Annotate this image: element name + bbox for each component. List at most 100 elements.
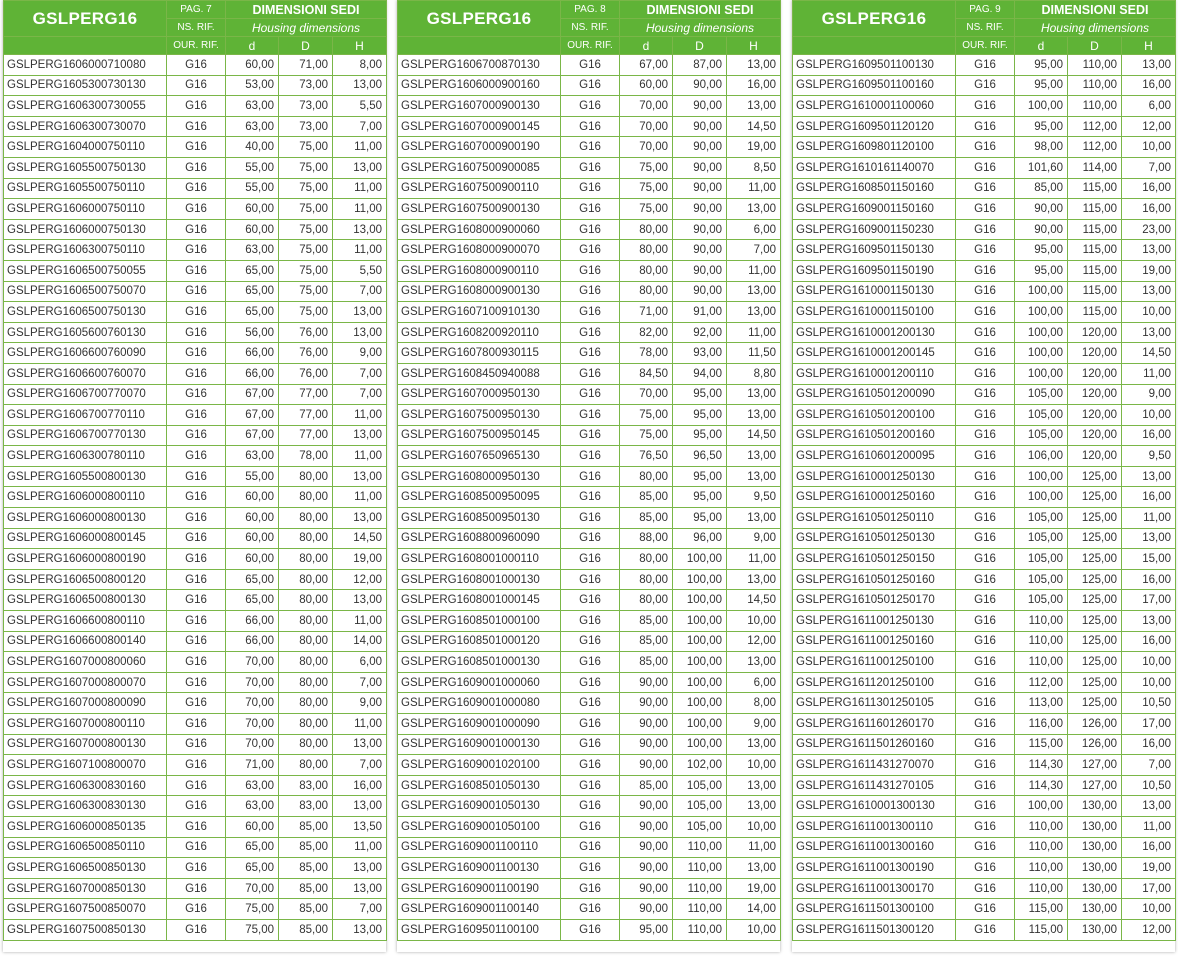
dim-D: 90,00 [672,115,727,138]
dim-d: 105,00 [1014,383,1068,406]
part-code: GSLPERG1611001300160 [792,836,956,859]
dim-d: 100,00 [1014,301,1068,323]
part-code: GSLPERG1610601200095 [792,445,956,467]
dim-D: 110,00 [672,857,727,879]
ref-code: G16 [955,568,1015,591]
dim-H: 11,00 [725,259,782,282]
dim-D: 75,00 [278,259,333,282]
dim-d: 40,00 [225,136,279,158]
dim-D: 130,00 [1067,795,1122,817]
dim-D: 130,00 [1067,815,1122,838]
dim-H: 12,00 [725,630,782,653]
part-code: GSLPERG1606300780110 [3,445,167,467]
ref-code: G16 [560,815,620,838]
part-code: GSLPERG1609001020100 [397,754,561,776]
dim-d: 63,00 [225,115,279,138]
dim-H: 11,00 [725,321,782,344]
dim-D: 85,00 [278,815,333,838]
dim-d: 90,00 [619,898,673,920]
part-code: GSLPERG1606300830160 [3,774,167,797]
page-number: PAG. 8 [560,0,620,19]
dim-d: 110,00 [1014,610,1068,632]
dim-H: 7,00 [331,383,388,406]
dim-d: 85,00 [619,630,673,653]
dim-H: 13,00 [1120,527,1177,550]
dim-d: 80,00 [619,548,673,570]
table-row: GSLPERG1608000900070 G16 80,00 90,00 7,00 [397,239,782,261]
dim-d: 75,00 [619,424,673,447]
dim-D: 115,00 [1067,177,1122,200]
part-code: GSLPERG1610001250130 [792,465,956,488]
ref-code: G16 [955,486,1015,509]
ref-code: G16 [955,589,1015,612]
dim-d: 95,00 [619,918,673,941]
dim-H: 11,00 [725,836,782,859]
dim-D: 120,00 [1067,445,1122,467]
dim-d: 90,00 [619,877,673,900]
ref-code: G16 [955,733,1015,756]
dim-D: 87,00 [672,54,727,76]
dim-H: 11,00 [331,486,388,509]
dim-H: 11,00 [725,548,782,570]
dim-H: 11,00 [331,836,388,859]
table-row: GSLPERG1610001200110 G16 100,00 120,00 11,00 [792,362,1177,385]
table-row: GSLPERG1611201250100 G16 112,00 125,00 10,00 [792,671,1177,694]
part-code: GSLPERG1606600800110 [3,610,167,632]
dim-d: 75,00 [619,177,673,200]
dim-H: 7,00 [331,898,388,920]
ref-code: G16 [166,630,226,653]
ref-code: G16 [166,445,226,467]
dim-d: 55,00 [225,156,279,179]
ref-code: G16 [955,692,1015,714]
dim-H: 7,00 [1120,156,1177,179]
dim-D: 115,00 [1067,259,1122,282]
dim-d: 76,50 [619,445,673,467]
part-code: GSLPERG1611001250100 [792,651,956,673]
dim-H: 8,00 [331,54,388,76]
dim-D: 120,00 [1067,404,1122,426]
table-row: GSLPERG1609001000090 G16 90,00 100,00 9,00 [397,713,782,735]
dim-H: 16,00 [1120,424,1177,447]
dim-H: 11,00 [331,445,388,467]
table-row: GSLPERG1606600760070 G16 66,00 76,00 7,00 [3,362,388,385]
table-row: GSLPERG1607000800110 G16 70,00 80,00 11,00 [3,713,388,735]
dim-d: 70,00 [225,877,279,900]
dim-D: 100,00 [672,568,727,591]
ref-code: G16 [955,671,1015,694]
part-code: GSLPERG1606300750110 [3,239,167,261]
dim-H: 11,00 [1120,815,1177,838]
part-code: GSLPERG1607650965130 [397,445,561,467]
dim-d: 66,00 [225,610,279,632]
dim-H: 13,00 [725,95,782,117]
table-row: GSLPERG1608001000145 G16 80,00 100,00 14,50 [397,589,782,612]
dim-D: 80,00 [278,754,333,776]
ref-code: G16 [166,877,226,900]
table-row: GSLPERG1606300830160 G16 63,00 83,00 16,00 [3,774,388,797]
table-row: GSLPERG1607000900130 G16 70,00 90,00 13,00 [397,95,782,117]
part-code: GSLPERG1610001250160 [792,486,956,509]
dim-d: 71,00 [619,301,673,323]
dim-D: 120,00 [1067,342,1122,364]
table-row: GSLPERG1607500850070 G16 75,00 85,00 7,00 [3,898,388,920]
dim-D: 110,00 [672,836,727,859]
dimensions-table: GSLPERG16 PAG. 7 DIMENSIONI SEDI NS. RIF. Ho… [3,0,388,941]
dim-d: 56,00 [225,321,279,344]
ref-code: G16 [560,465,620,488]
dim-D: 95,00 [672,383,727,406]
ref-code: G16 [166,95,226,117]
dim-d: 90,00 [619,671,673,694]
table-row: GSLPERG1606300780110 G16 63,00 78,00 11,00 [3,445,388,467]
table-row: GSLPERG1607000800090 G16 70,00 80,00 9,00 [3,692,388,714]
dim-D: 100,00 [672,610,727,632]
table-row: GSLPERG1608500950130 G16 85,00 95,00 13,00 [397,507,782,529]
dim-H: 17,00 [1120,713,1177,735]
table-row: GSLPERG1606500750055 G16 65,00 75,00 5,50 [3,259,388,282]
table-row: GSLPERG1606000750110 G16 60,00 75,00 11,00 [3,198,388,220]
ref-code: G16 [560,610,620,632]
ref-code: G16 [560,568,620,591]
ref-code: G16 [955,795,1015,817]
dim-D: 120,00 [1067,424,1122,447]
dim-d: 63,00 [225,239,279,261]
ref-code: G16 [955,383,1015,406]
table-row: GSLPERG1605300730130 G16 53,00 73,00 13,00 [3,74,388,97]
